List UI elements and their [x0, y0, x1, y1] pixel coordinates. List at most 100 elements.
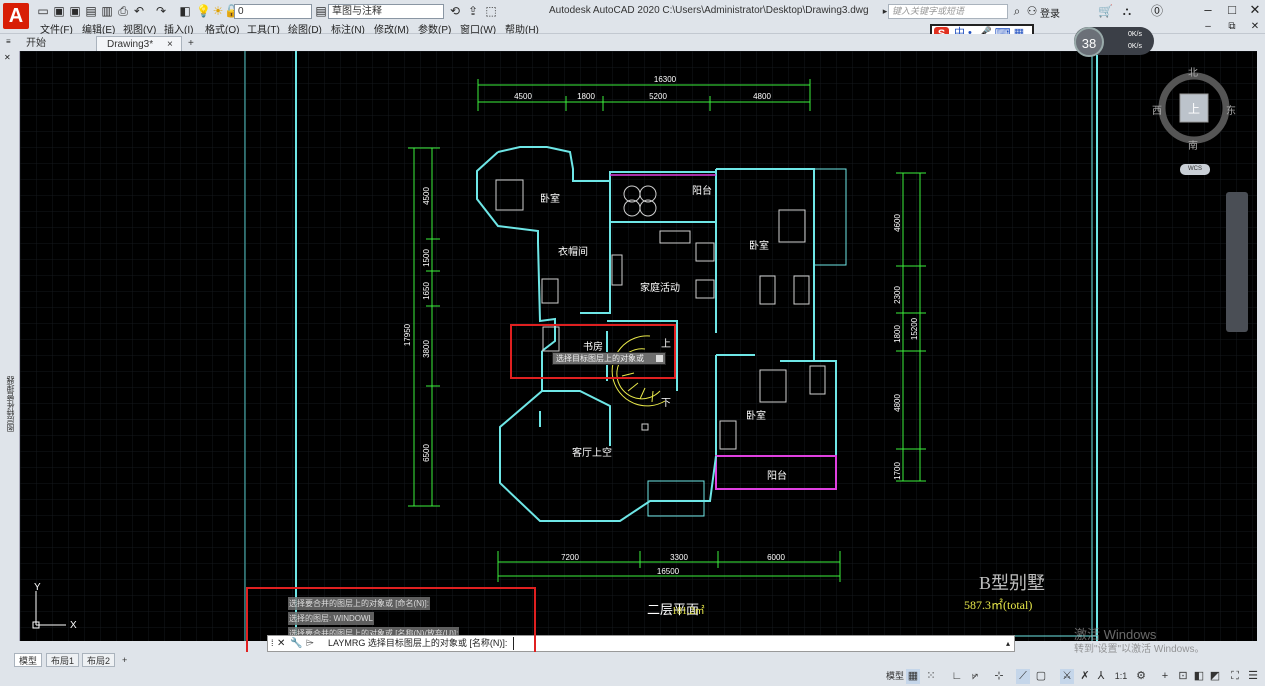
dim-top-1: 4500 — [514, 92, 532, 101]
dim-left-total: 17950 — [403, 323, 412, 346]
annotation-icon[interactable]: ⚔ — [1060, 669, 1074, 684]
plus-icon[interactable]: + — [1158, 669, 1172, 684]
cart-icon[interactable]: 🛒 — [1098, 4, 1113, 18]
tab-drawing3[interactable]: Drawing3* × — [96, 36, 182, 51]
viewcube[interactable]: 北 南 东 西 上 — [1152, 64, 1236, 154]
close-icon[interactable]: ✕ — [1247, 2, 1263, 18]
lightbulb-icon[interactable]: 💡 — [196, 4, 211, 18]
print-icon[interactable]: ⎙ — [116, 4, 130, 18]
dim-left-1: 4500 — [422, 187, 431, 205]
palette-title: 图层特性管理器 — [6, 376, 15, 432]
isolate-icon[interactable]: ◩ — [1208, 669, 1222, 684]
undo-icon[interactable]: ↶ — [132, 4, 146, 18]
plot-icon[interactable]: ▤ — [84, 4, 98, 18]
layer-properties-icon[interactable]: ▤ — [314, 4, 328, 18]
snap-icon[interactable]: ⁙ — [924, 669, 938, 684]
wcs-menu[interactable]: WCS — [1180, 164, 1210, 175]
save-as-icon[interactable]: ▣ — [68, 4, 82, 18]
title-bar: A ▭ ▣ ▣ ▤ ▥ ⎙ ↶ ↷ ◧ 💡 ☀ 🔓 0 ▤ 草图与注释 ⟲ ⇪ … — [0, 0, 1265, 36]
auto-scale-icon[interactable]: ⅄ — [1094, 669, 1108, 684]
viewcube-north[interactable]: 北 — [1188, 64, 1198, 79]
room-stair-down: 下 — [661, 398, 671, 409]
upload-rate: 0K/s — [1128, 31, 1143, 38]
workspace-gear-icon[interactable]: ⚙ — [1134, 669, 1148, 684]
new-tab-button[interactable]: + — [182, 36, 202, 51]
room-living-void: 客厅上空 — [572, 446, 612, 459]
window-title: Autodesk AutoCAD 2020 C:\Users\Administr… — [549, 5, 869, 16]
room-bedroom-ne: 卧室 — [749, 239, 769, 252]
cmd-expand-icon[interactable]: ▴ — [1006, 636, 1010, 651]
dim-right-4: 4800 — [893, 394, 902, 412]
annotation-scale[interactable]: 1:1 — [1110, 669, 1132, 684]
dim-right-2: 2300 — [893, 286, 902, 304]
customize-menu-icon[interactable]: ☰ — [1246, 669, 1260, 684]
palette-close-icon[interactable]: ✕ — [4, 53, 11, 62]
tab-layout1[interactable]: 布局1 — [46, 653, 80, 667]
open-folder-icon[interactable]: ▭ — [36, 4, 50, 18]
viewcube-top[interactable]: 上 — [1188, 100, 1200, 117]
room-closet: 衣帽间 — [558, 245, 588, 258]
dim-bottom-2: 3300 — [670, 553, 688, 562]
windows-activation-subtext: 转到"设置"以激活 Windows。 — [1074, 644, 1205, 655]
a360-icon[interactable]: ⛬ — [1120, 4, 1134, 18]
match-properties-icon[interactable]: ⟲ — [448, 4, 462, 18]
help-icon[interactable]: ⓪ — [1150, 4, 1164, 18]
tab-menu-icon[interactable]: ≡ — [6, 37, 16, 47]
villa-title: B型别墅 — [979, 573, 1045, 593]
viewcube-south[interactable]: 南 — [1188, 137, 1198, 152]
annotation-visibility-icon[interactable]: ✗ — [1078, 669, 1092, 684]
layer-dropdown[interactable]: 0 — [234, 4, 312, 19]
view-icon[interactable]: ⬚ — [484, 4, 498, 18]
tab-layout2[interactable]: 布局2 — [82, 653, 116, 667]
restore-icon[interactable]: ⧉ — [1224, 19, 1240, 35]
ucs-x-label: X — [70, 620, 77, 631]
minimize-icon[interactable]: – — [1200, 2, 1216, 18]
dim-top-4: 4800 — [753, 92, 771, 101]
dim-top-total: 16300 — [654, 75, 677, 84]
units-icon[interactable]: ⊡ — [1176, 669, 1190, 684]
login-link[interactable]: 登录 — [1040, 5, 1060, 20]
tab-start[interactable]: 开始 — [16, 36, 96, 51]
room-balcony-n: 阳台 — [692, 184, 712, 197]
dim-right-3: 1800 — [893, 325, 902, 343]
viewcube-east[interactable]: 东 — [1226, 102, 1236, 117]
ortho-icon[interactable]: ∟ — [950, 669, 964, 684]
polar-icon[interactable]: ⦬ — [968, 669, 982, 684]
layer-state-icon[interactable]: ◧ — [178, 4, 192, 18]
viewcube-west[interactable]: 西 — [1152, 102, 1162, 117]
user-icon[interactable]: ⚇ — [1025, 4, 1039, 18]
osnap-icon[interactable]: ⊹ — [992, 669, 1006, 684]
redo-icon[interactable]: ↷ — [154, 4, 168, 18]
doc-minimize-icon[interactable]: – — [1200, 19, 1216, 35]
sun-icon[interactable]: ☀ — [211, 4, 225, 18]
doc-close-icon[interactable]: ✕ — [1247, 19, 1263, 35]
dim-top-2: 1800 — [577, 92, 595, 101]
room-balcony-s: 阳台 — [767, 469, 787, 482]
tab-model[interactable]: 模型 — [14, 653, 43, 667]
quick-properties-icon[interactable]: ◧ — [1192, 669, 1206, 684]
maximize-icon[interactable]: □ — [1224, 2, 1240, 18]
right-scrollbar[interactable] — [1257, 51, 1265, 641]
autocad-logo-icon[interactable]: A — [3, 3, 29, 29]
grid-toggle-icon[interactable]: ▦ — [906, 669, 920, 684]
navigation-bar[interactable] — [1226, 192, 1248, 332]
search-input[interactable]: 键入关键字或短语 — [888, 4, 1008, 19]
publish-icon[interactable]: ▥ — [100, 4, 114, 18]
dim-left-5: 6500 — [422, 444, 431, 462]
tab-drawing3-label: Drawing3* — [107, 39, 154, 50]
otrack-icon[interactable]: ⟋ — [1016, 669, 1030, 684]
save-icon[interactable]: ▣ — [52, 4, 66, 18]
lineweight-icon[interactable]: ▢ — [1034, 669, 1048, 684]
model-space-button[interactable]: 模型 — [886, 669, 904, 684]
binoculars-icon[interactable]: ⌕ — [1010, 4, 1024, 18]
tab-close-icon[interactable]: × — [167, 37, 173, 52]
fullscreen-icon[interactable]: ⛶ — [1228, 669, 1242, 684]
layer-properties-palette[interactable]: ✕ 图层特性管理器 — [0, 51, 20, 641]
cpu-percent-circle: 38 — [1074, 27, 1104, 57]
cpu-percent: 38 — [1081, 36, 1097, 51]
share-icon[interactable]: ⇪ — [466, 4, 480, 18]
workspace-dropdown[interactable]: 草图与注释 — [328, 4, 444, 19]
tab-add-layout[interactable]: + — [118, 653, 131, 667]
villa-area: 587.3㎡(total) — [964, 598, 1032, 612]
dim-left-4: 3800 — [422, 340, 431, 358]
